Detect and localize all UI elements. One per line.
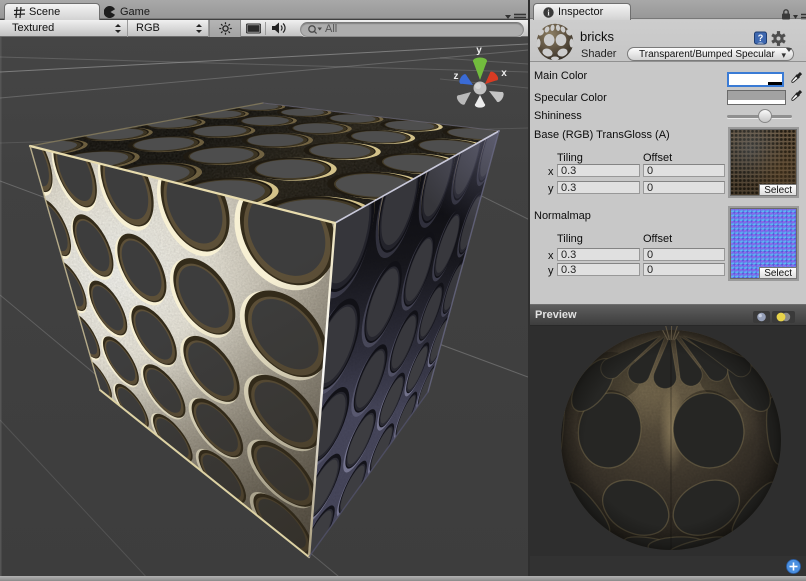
svg-text:?: ? <box>758 33 764 43</box>
svg-text:x: x <box>501 68 507 79</box>
svg-text:z: z <box>454 71 459 82</box>
svg-text:y: y <box>476 45 482 56</box>
